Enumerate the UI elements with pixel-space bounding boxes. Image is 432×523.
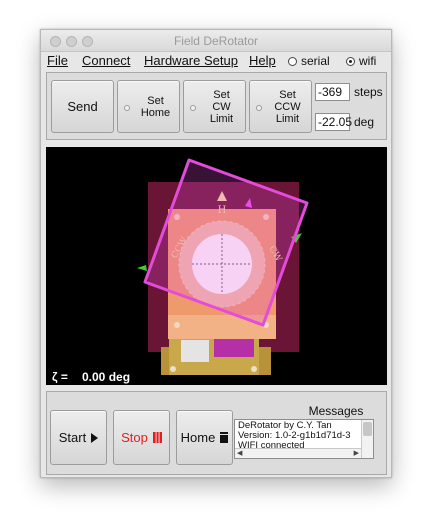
send-button[interactable]: Send	[51, 80, 114, 133]
screw-icon	[170, 366, 176, 372]
serial-radio-label: serial	[301, 54, 330, 68]
screw-icon	[174, 322, 180, 328]
stop-label: Stop	[121, 430, 148, 445]
play-icon	[91, 432, 99, 443]
set-ccw-label: Set CCW Limit	[274, 89, 301, 125]
send-label: Send	[67, 99, 98, 114]
ccw-indicator-icon	[256, 105, 262, 111]
window-title: Field DeRotator	[173, 34, 259, 48]
menu-hardware-setup[interactable]: Hardware Setup	[144, 53, 238, 68]
title-bar: Field DeRotator	[41, 30, 391, 52]
home-button[interactable]: Home	[176, 410, 233, 465]
scroll-right-icon[interactable]: ▶	[354, 449, 359, 457]
home-label: Home	[180, 430, 216, 445]
zeta-value: 0.00 deg	[82, 370, 131, 384]
serial-radio-icon[interactable]	[288, 56, 297, 66]
cw-indicator-icon	[190, 105, 196, 111]
home-icon	[220, 432, 229, 443]
stop-icon	[152, 432, 162, 443]
messages-box[interactable]: DeRotator by C.Y. Tan Version: 1.0-2-g1b…	[234, 419, 374, 459]
degrees-unit: deg	[354, 115, 375, 129]
control-panel: Send Set Home Set CW Limit Set CCW Limit…	[46, 72, 387, 140]
home-indicator-icon	[124, 105, 130, 111]
app-window: Field DeRotator File Connect Hardware Se…	[40, 29, 392, 478]
set-home-button[interactable]: Set Home	[117, 80, 180, 133]
start-label: Start	[58, 430, 87, 445]
steps-field[interactable]: -369	[315, 83, 350, 101]
messages-vertical-scrollbar[interactable]	[361, 420, 373, 458]
zeta-label: ζ =	[52, 370, 68, 384]
menu-bar: File Connect Hardware Setup Help serial …	[41, 52, 391, 70]
ccw-limit-marker-icon	[137, 265, 147, 271]
scroll-left-icon[interactable]: ◀	[237, 449, 242, 457]
set-cw-label: Set CW Limit	[209, 89, 234, 125]
screw-icon	[251, 366, 257, 372]
menu-help[interactable]: Help	[249, 53, 276, 68]
rotator-view[interactable]: H CW CCW ζ = 0.00 deg	[46, 147, 387, 385]
wifi-radio-label: wifi	[359, 54, 377, 68]
messages-title: Messages	[308, 404, 364, 418]
menu-file[interactable]: File	[47, 53, 68, 68]
connector-block	[181, 340, 209, 362]
set-home-label: Set Home	[140, 95, 171, 119]
messages-horizontal-scrollbar[interactable]: ◀ ▶	[235, 448, 361, 458]
menu-connect[interactable]: Connect	[82, 53, 130, 68]
degrees-field[interactable]: -22.05	[315, 113, 352, 131]
wifi-radio-option[interactable]: wifi	[346, 54, 376, 68]
set-ccw-limit-button[interactable]: Set CCW Limit	[249, 80, 312, 133]
start-button[interactable]: Start	[50, 410, 107, 465]
steps-unit: steps	[354, 85, 383, 99]
serial-radio-option[interactable]: serial	[288, 54, 330, 68]
rotator-graphic: H CW CCW	[137, 158, 309, 375]
stop-button[interactable]: Stop	[113, 410, 170, 465]
set-cw-limit-button[interactable]: Set CW Limit	[183, 80, 246, 133]
wifi-radio-icon[interactable]	[346, 56, 355, 66]
scrollbar-thumb[interactable]	[363, 422, 372, 436]
